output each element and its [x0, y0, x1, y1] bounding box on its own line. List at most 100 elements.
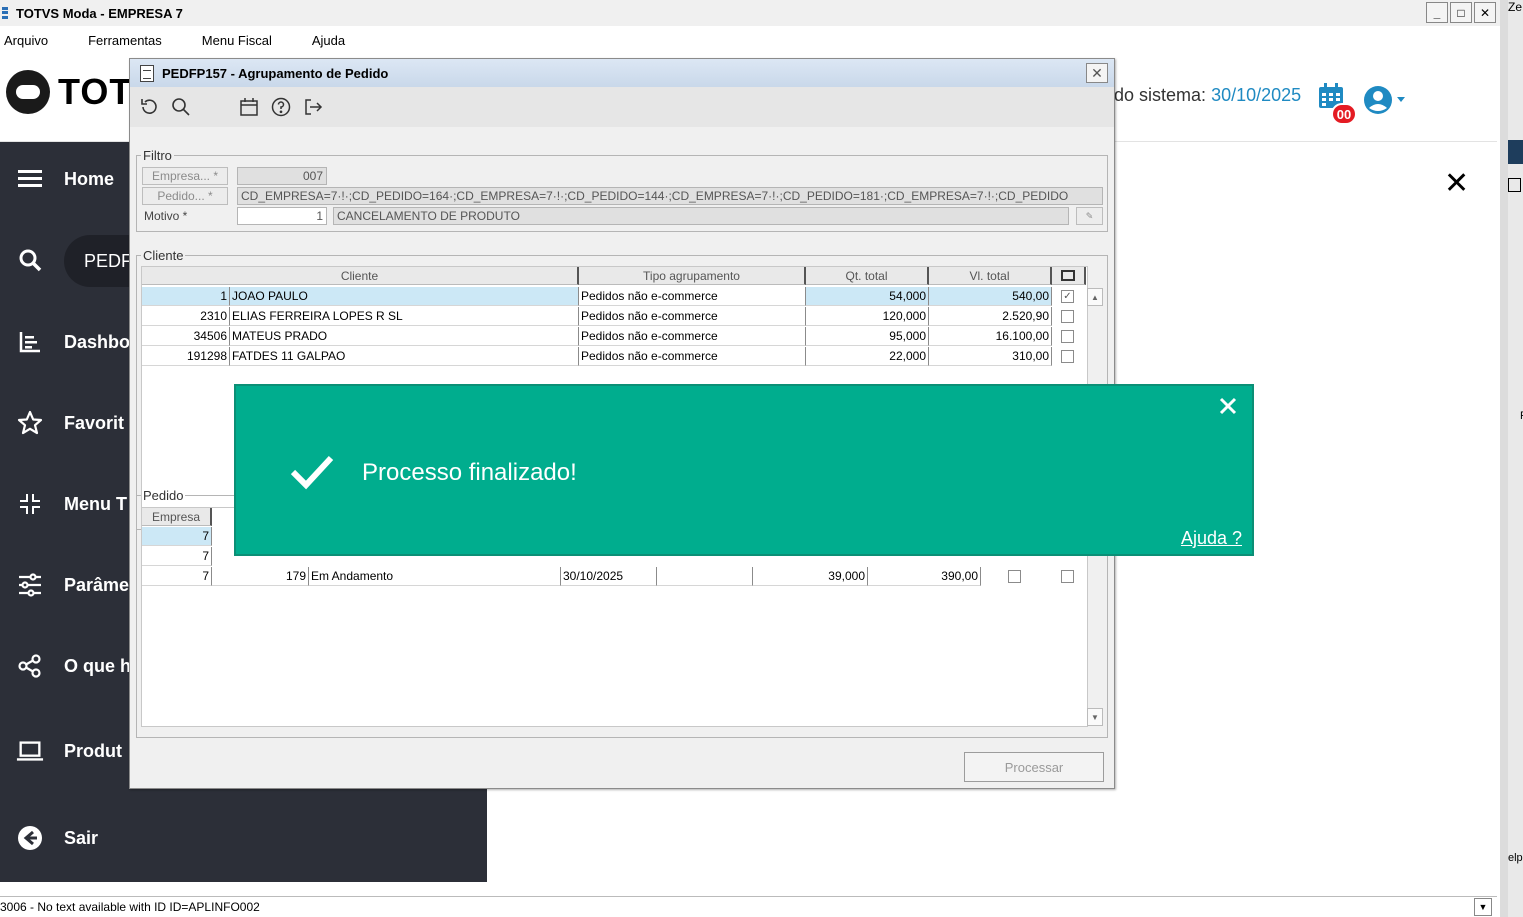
window-title-bar: TOTVS Moda - EMPRESA 7 _ □ ✕ [0, 0, 1500, 26]
sidebar-item-label: Sair [64, 827, 99, 848]
pedido-row-empresa[interactable]: 7 [142, 527, 212, 546]
laptop-icon [16, 737, 44, 765]
help-link[interactable]: Ajuda ? [1181, 528, 1242, 549]
search-icon [16, 246, 44, 274]
cell-pedido: 179 [212, 567, 309, 586]
search-text: PEDF [84, 250, 133, 271]
totvs-logo: TOT [6, 70, 132, 114]
cell-empty [657, 567, 753, 586]
search-icon[interactable] [170, 96, 192, 118]
undo-icon[interactable] [138, 96, 160, 118]
calendar-icon[interactable] [238, 96, 260, 118]
col-header-qt[interactable]: Qt. total [806, 267, 929, 285]
cliente-scroll-up[interactable]: ▲ [1087, 288, 1103, 306]
toast-message: Processo finalizado! [362, 459, 577, 486]
strip-text-top: Ze [1508, 0, 1523, 14]
cell-empresa: 7 [142, 567, 212, 586]
cell-name: FATDES 11 GALPAO [230, 347, 579, 366]
sidebar-item-label: Home [64, 168, 115, 189]
menu-ferramentas[interactable]: Ferramentas [88, 33, 162, 48]
col-header-select[interactable] [1052, 267, 1086, 285]
sidebar-item-label: O que h [64, 655, 131, 676]
row-checkbox[interactable] [1061, 570, 1074, 583]
logo-icon [6, 70, 50, 114]
motivo-edit-button[interactable]: ✎ [1076, 207, 1103, 225]
dialog-toolbar [130, 87, 1114, 127]
background-window-strip: Ze F elp [1500, 0, 1523, 917]
exit-icon[interactable] [302, 96, 324, 118]
filtro-legend: Filtro [143, 148, 172, 163]
pedido-lookup-button[interactable]: Pedido... * [142, 187, 228, 205]
cell-qt: 39,000 [753, 567, 868, 586]
status-dropdown-button[interactable]: ▼ [1474, 898, 1492, 916]
empresa-field[interactable]: 007 [237, 167, 327, 185]
document-icon [140, 64, 154, 82]
success-toast: Processo finalizado! Ajuda ? [234, 384, 1254, 556]
system-date-label: do sistema: [1114, 85, 1207, 105]
close-panel-icon[interactable]: ✕ [1444, 166, 1469, 201]
motivo-description-field: CANCELAMENTO DE PRODUTO [333, 207, 1069, 225]
motivo-code-field[interactable]: 1 [237, 207, 327, 225]
row-checkbox[interactable] [1061, 350, 1074, 363]
cell-qt: 54,000 [806, 287, 929, 306]
cell-tipo: Pedidos não e-commerce [579, 307, 806, 326]
row-checkbox[interactable] [1061, 330, 1074, 343]
user-avatar-icon[interactable] [1362, 84, 1408, 116]
logo-text: TOT [58, 71, 133, 112]
row-checkbox[interactable]: ✓ [1061, 290, 1074, 303]
sidebar-item-sair[interactable]: Sair [0, 818, 487, 858]
status-bar: 3006 - No text available with ID ID=APLI… [0, 896, 1497, 917]
processar-button[interactable]: Processar [964, 752, 1104, 782]
pedido-row-empresa[interactable]: 7 [142, 547, 212, 566]
close-icon[interactable] [1216, 394, 1240, 418]
empresa-lookup-button[interactable]: Empresa... * [142, 167, 228, 185]
cell-vl: 16.100,00 [929, 327, 1052, 346]
sidebar-item-label: Menu T [64, 493, 127, 514]
sidebar-item-label: Favorit [64, 412, 125, 433]
pedido-scroll-down[interactable]: ▼ [1087, 708, 1103, 726]
sidebar-item-label: Dashbo [64, 331, 131, 352]
strip-text-bottom: elp [1508, 852, 1523, 864]
help-icon[interactable] [270, 96, 292, 118]
cell-situacao: Em Andamento [309, 567, 561, 586]
dialog-title: PEDFP157 - Agrupamento de Pedido [162, 65, 389, 81]
maximize-button[interactable]: □ [1450, 2, 1472, 23]
compress-icon [16, 490, 44, 518]
col-header-vl[interactable]: Vl. total [929, 267, 1052, 285]
minimize-button[interactable]: _ [1426, 2, 1448, 23]
cell-vl: 540,00 [929, 287, 1052, 306]
cell-name: ELIAS FERREIRA LOPES R SL [230, 307, 579, 326]
col-header-tipo[interactable]: Tipo agrupamento [579, 267, 806, 285]
cell-code: 191298 [142, 347, 230, 366]
close-window-button[interactable]: ✕ [1474, 2, 1496, 23]
dialog-close-button[interactable]: ✕ [1086, 63, 1108, 83]
cell-qt: 95,000 [806, 327, 929, 346]
app-icon [0, 5, 10, 21]
star-icon [16, 409, 44, 437]
pedido-legend: Pedido [143, 488, 184, 503]
row-checkbox[interactable] [1008, 570, 1021, 583]
col-header-empresa[interactable]: Empresa [142, 508, 212, 526]
bottom-gap [0, 882, 1497, 896]
cell-name: JOAO PAULO [230, 287, 579, 306]
logout-icon [16, 824, 44, 852]
cell-vl: 310,00 [929, 347, 1052, 366]
sidebar-item-label: Parâme [64, 574, 130, 595]
select-all-icon [1061, 270, 1075, 281]
system-date-value: 30/10/2025 [1211, 85, 1302, 105]
menu-arquivo[interactable]: Arquivo [4, 33, 48, 48]
share-icon [16, 652, 44, 680]
col-header-cliente[interactable]: Cliente [142, 267, 579, 285]
cell-vl: 390,00 [868, 567, 981, 586]
cell-tipo: Pedidos não e-commerce [579, 287, 806, 306]
menu-fiscal[interactable]: Menu Fiscal [202, 33, 272, 48]
pedido-field[interactable]: CD_EMPRESA=7·!·;CD_PEDIDO=164·;CD_EMPRES… [237, 187, 1103, 205]
cell-code: 34506 [142, 327, 230, 346]
menu-ajuda[interactable]: Ajuda [312, 33, 345, 48]
cell-vl: 2.520,90 [929, 307, 1052, 326]
motivo-label: Motivo * [144, 209, 188, 223]
cell-data: 30/10/2025 [561, 567, 657, 586]
row-checkbox[interactable] [1061, 310, 1074, 323]
menu-icon [16, 165, 44, 193]
cell-name: MATEUS PRADO [230, 327, 579, 346]
